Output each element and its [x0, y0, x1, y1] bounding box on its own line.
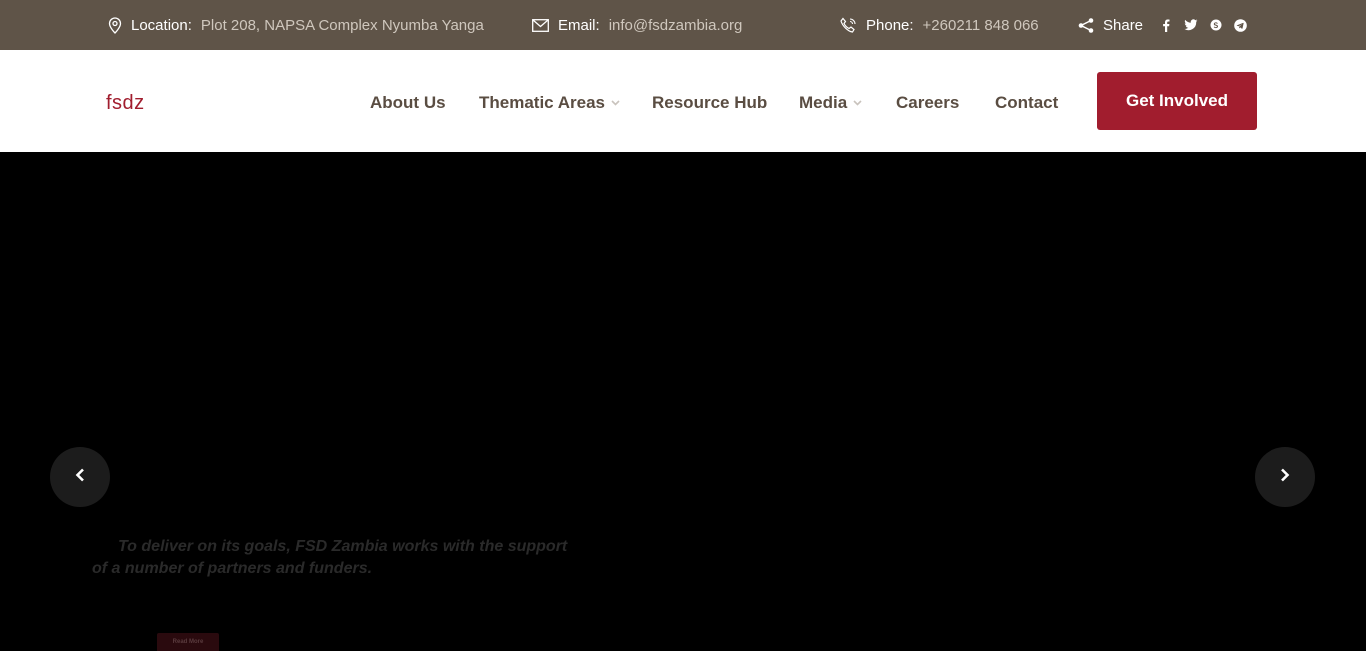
nav-label: Contact — [995, 93, 1059, 112]
skype-icon[interactable] — [1203, 19, 1228, 31]
top-info-bar: Location: Plot 208, NAPSA Complex Nyumba… — [0, 0, 1366, 50]
email-link[interactable]: info@fsdzambia.org — [609, 17, 743, 34]
phone-label: Phone: — [866, 16, 914, 34]
chevron-left-icon — [75, 468, 85, 487]
location-label: Location: — [131, 16, 192, 34]
read-more-button[interactable]: Read More — [157, 633, 219, 651]
share-area: Share — [1078, 0, 1253, 50]
site-header: fsdz About Us Thematic Areas Resource Hu… — [0, 50, 1366, 152]
phone-link[interactable]: +260211 848 066 — [923, 17, 1039, 34]
slider-prev-button[interactable] — [50, 447, 110, 507]
share-label: Share — [1103, 16, 1144, 34]
phone-info: Phone: +260211 848 066 — [840, 0, 1039, 50]
nav-contact[interactable]: Contact — [995, 93, 1058, 113]
email-label: Email: — [558, 16, 600, 34]
nav-resource-hub[interactable]: Resource Hub — [652, 93, 767, 113]
get-involved-button[interactable]: Get Involved — [1097, 72, 1257, 130]
slide-caption-line: of a number of partners and funders. — [92, 560, 373, 577]
site-logo[interactable]: fsdz — [106, 92, 145, 115]
map-pin-icon — [108, 16, 122, 34]
nav-careers[interactable]: Careers — [896, 93, 959, 113]
nav-label: About Us — [370, 93, 446, 112]
nav-media[interactable]: Media — [799, 93, 862, 113]
slide-caption-line: To deliver on its goals, FSD Zambia work… — [118, 538, 568, 555]
nav-thematic-areas[interactable]: Thematic Areas — [479, 93, 620, 113]
chevron-right-icon — [1280, 468, 1290, 487]
telegram-icon[interactable] — [1228, 18, 1253, 32]
envelope-icon — [532, 18, 549, 32]
nav-about-us[interactable]: About Us — [370, 93, 446, 113]
chevron-down-icon — [611, 100, 620, 106]
chevron-down-icon — [853, 100, 862, 106]
location-info: Location: Plot 208, NAPSA Complex Nyumba… — [108, 0, 484, 50]
twitter-icon[interactable] — [1178, 19, 1203, 31]
facebook-icon[interactable] — [1153, 19, 1178, 32]
nav-label: Resource Hub — [652, 93, 768, 112]
share-icon — [1078, 17, 1094, 33]
nav-label: Media — [799, 93, 848, 112]
social-links — [1153, 18, 1253, 32]
hero-slider: To deliver on its goals, FSD Zambia work… — [0, 152, 1366, 651]
slide-caption: To deliver on its goals, FSD Zambia work… — [92, 536, 612, 580]
phone-icon — [840, 17, 857, 34]
nav-label: Careers — [896, 93, 960, 112]
nav-label: Thematic Areas — [479, 93, 605, 112]
location-value: Plot 208, NAPSA Complex Nyumba Yanga — [200, 16, 484, 34]
email-info: Email: info@fsdzambia.org — [532, 0, 742, 50]
slider-next-button[interactable] — [1255, 447, 1315, 507]
